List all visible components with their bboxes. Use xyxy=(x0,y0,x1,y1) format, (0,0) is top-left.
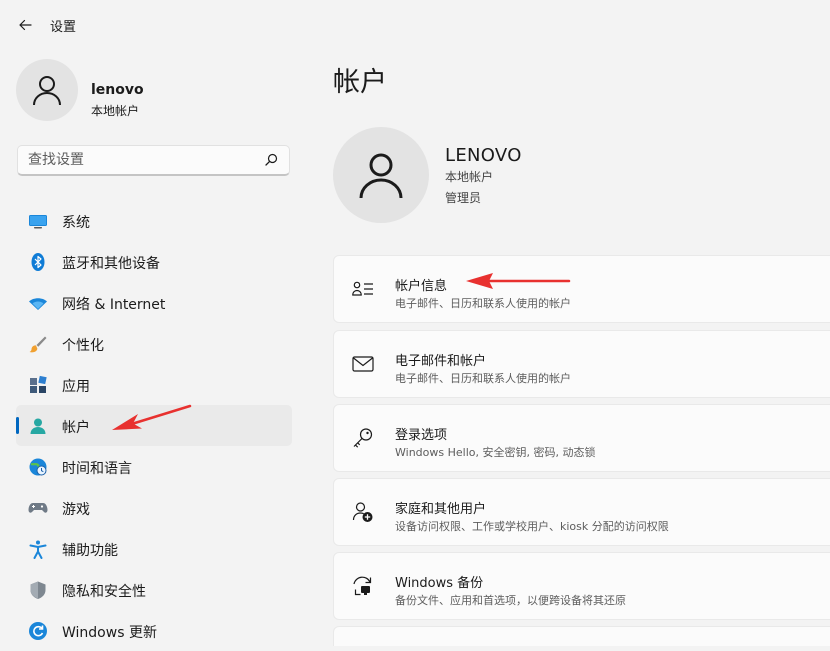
sidebar-item-accessibility[interactable]: 辅助功能 xyxy=(16,528,292,569)
page-title: 帐户 xyxy=(333,67,387,98)
sidebar-item-label: 时间和语言 xyxy=(62,461,132,477)
card-sign-in-options[interactable]: 登录选项 Windows Hello, 安全密钥, 密码, 动态锁 xyxy=(333,404,830,472)
sidebar-item-network[interactable]: 网络 & Internet xyxy=(16,282,292,323)
settings-window: 设置 lenovo 本地帐户 查找设置 系统 蓝牙和其他设备 网络 & Inte… xyxy=(0,0,830,646)
card-subtitle: 设备访问权限、工作或学校用户、kiosk 分配的访问权限 xyxy=(395,520,669,533)
card-account-info[interactable]: 帐户信息 电子邮件、日历和联系人使用的帐户 xyxy=(333,255,830,323)
sidebar-item-label: 游戏 xyxy=(62,502,90,518)
card-title: 电子邮件和帐户 xyxy=(395,354,487,369)
app-title: 设置 xyxy=(50,20,77,35)
person-icon xyxy=(28,416,48,436)
wifi-icon xyxy=(28,293,48,313)
search-icon[interactable] xyxy=(263,152,279,168)
sidebar-item-personalization[interactable]: 个性化 xyxy=(16,323,292,364)
sidebar-item-label: 辅助功能 xyxy=(62,543,118,559)
update-icon xyxy=(28,621,48,641)
sidebar-item-label: 帐户 xyxy=(62,420,90,436)
mail-icon xyxy=(352,353,374,375)
brush-icon xyxy=(28,334,48,354)
title-bar: 设置 xyxy=(0,0,830,50)
monitor-icon xyxy=(28,211,48,231)
card-title: 家庭和其他用户 xyxy=(395,502,487,517)
user-name: LENOVO xyxy=(445,145,522,166)
sidebar-item-time-language[interactable]: 时间和语言 xyxy=(16,446,292,487)
profile-account-type: 本地帐户 xyxy=(91,104,140,118)
shield-icon xyxy=(28,580,48,600)
sidebar-nav: 系统 蓝牙和其他设备 网络 & Internet 个性化 应用 帐户 时间和语言… xyxy=(16,200,292,651)
card-partial[interactable] xyxy=(333,626,830,646)
search-input[interactable] xyxy=(28,151,258,169)
user-account-type: 本地帐户 xyxy=(445,170,494,184)
sidebar-item-label: 蓝牙和其他设备 xyxy=(62,256,160,272)
sidebar-item-label: 网络 & Internet xyxy=(62,297,166,313)
sidebar-item-label: Windows 更新 xyxy=(62,625,157,641)
person-icon xyxy=(33,76,61,106)
sidebar-item-gaming[interactable]: 游戏 xyxy=(16,487,292,528)
sidebar-item-label: 隐私和安全性 xyxy=(62,584,146,600)
card-subtitle: 备份文件、应用和首选项，以便跨设备将其还原 xyxy=(395,594,626,607)
sidebar-item-label: 系统 xyxy=(62,215,90,231)
card-title: 登录选项 xyxy=(395,428,448,443)
sidebar-item-label: 个性化 xyxy=(62,338,104,354)
card-email-accounts[interactable]: 电子邮件和帐户 电子邮件、日历和联系人使用的帐户 xyxy=(333,330,830,398)
sidebar-item-bluetooth[interactable]: 蓝牙和其他设备 xyxy=(16,241,292,282)
user-summary: LENOVO 本地帐户 管理员 xyxy=(333,127,793,223)
accessibility-icon xyxy=(28,539,48,559)
main-content: 帐户 LENOVO 本地帐户 管理员 帐户信息 电子邮件、日历和联系人使用的帐户 xyxy=(333,50,830,646)
sidebar-item-label: 应用 xyxy=(62,379,90,395)
card-title: 帐户信息 xyxy=(395,279,448,294)
apps-icon xyxy=(28,375,48,395)
back-button[interactable] xyxy=(12,12,38,38)
card-family-other-users[interactable]: 家庭和其他用户 设备访问权限、工作或学校用户、kiosk 分配的访问权限 xyxy=(333,478,830,546)
globe-clock-icon xyxy=(28,457,48,477)
card-windows-backup[interactable]: Windows 备份 备份文件、应用和首选项，以便跨设备将其还原 xyxy=(333,552,830,620)
card-subtitle: Windows Hello, 安全密钥, 密码, 动态锁 xyxy=(395,446,596,459)
avatar xyxy=(16,59,78,121)
arrow-left-icon xyxy=(19,19,32,31)
sidebar-item-windows-update[interactable]: Windows 更新 xyxy=(16,610,292,651)
sidebar: lenovo 本地帐户 系统 蓝牙和其他设备 xyxy=(0,50,310,641)
person-add-icon xyxy=(352,501,374,523)
sidebar-item-system[interactable]: 系统 xyxy=(16,200,292,241)
sidebar-item-accounts[interactable]: 帐户 xyxy=(16,405,292,446)
avatar[interactable] xyxy=(333,127,429,223)
search-box[interactable] xyxy=(17,145,290,176)
sidebar-item-apps[interactable]: 应用 xyxy=(16,364,292,405)
person-list-icon xyxy=(352,278,374,300)
card-subtitle: 电子邮件、日历和联系人使用的帐户 xyxy=(395,372,571,385)
backup-icon xyxy=(352,575,374,597)
sidebar-item-privacy[interactable]: 隐私和安全性 xyxy=(16,569,292,610)
user-role: 管理员 xyxy=(445,191,482,205)
gamepad-icon xyxy=(28,498,48,518)
key-icon xyxy=(352,427,374,449)
profile-name: lenovo xyxy=(91,82,144,98)
card-title: Windows 备份 xyxy=(395,576,484,591)
card-subtitle: 电子邮件、日历和联系人使用的帐户 xyxy=(395,297,571,310)
bluetooth-icon xyxy=(28,252,48,272)
person-icon xyxy=(359,153,403,199)
sidebar-profile[interactable]: lenovo 本地帐户 xyxy=(16,59,296,123)
